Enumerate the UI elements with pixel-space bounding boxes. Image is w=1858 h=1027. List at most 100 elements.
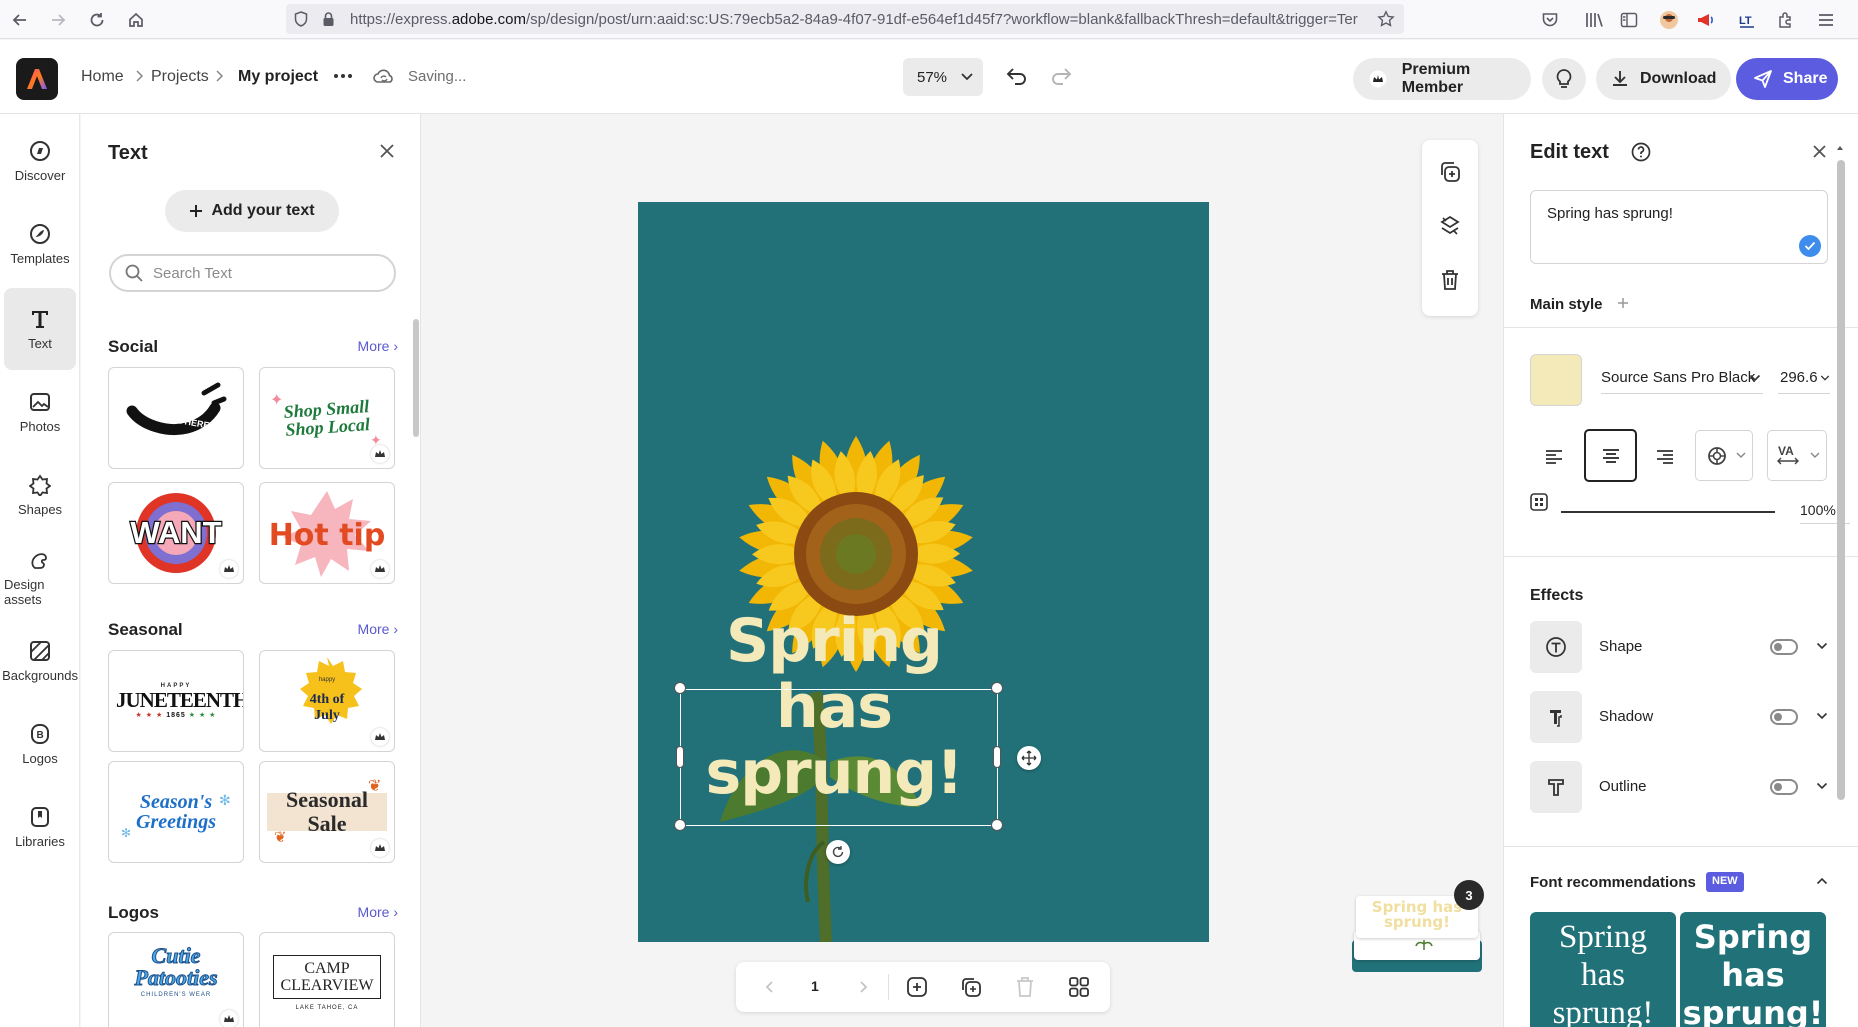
bookmark-star-icon[interactable] [1372, 5, 1400, 33]
scroll-up-icon[interactable] [1836, 144, 1844, 156]
social-more-link[interactable]: More › [358, 338, 398, 354]
megaphone-icon[interactable] [1692, 6, 1720, 34]
breadcrumb-home[interactable]: Home [81, 68, 124, 86]
breadcrumb-projects[interactable]: Projects [151, 68, 209, 86]
pocket-icon[interactable] [1536, 6, 1564, 34]
font-family-dropdown[interactable]: Source Sans Pro Black [1601, 364, 1763, 394]
sunflower-image[interactable] [638, 202, 1209, 942]
add-style-icon[interactable] [1617, 297, 1629, 309]
font-recommendation-card[interactable]: Spring has sprung! [1680, 912, 1826, 1027]
home-icon[interactable] [122, 6, 150, 34]
resize-handle[interactable] [674, 819, 686, 831]
resize-handle[interactable] [674, 682, 686, 694]
library-icon[interactable] [1581, 6, 1609, 34]
side-handle[interactable] [676, 746, 684, 768]
text-style-tile[interactable]: Seasonal Sale ❦ ❦ [259, 761, 395, 863]
url-bar[interactable]: https://express.adobe.com/sp/design/post… [286, 4, 1404, 34]
arrange-icon[interactable] [1438, 214, 1462, 238]
rail-item-templates[interactable]: Templates [4, 205, 76, 283]
chevron-down-icon[interactable] [1816, 641, 1828, 651]
shadow-effect-tile[interactable] [1530, 691, 1582, 743]
rail-item-logos[interactable]: B Logos [4, 705, 76, 783]
text-style-tile[interactable]: HAPPY JUNETEENTH ★ ★ ★ 1865 ★ ★ ★ [108, 650, 244, 752]
close-icon[interactable] [379, 143, 395, 159]
resize-handle[interactable] [991, 819, 1003, 831]
reload-icon[interactable] [83, 6, 111, 34]
check-icon[interactable] [1799, 235, 1821, 257]
chevron-down-icon[interactable] [1816, 781, 1828, 791]
rail-item-libraries[interactable]: Libraries [4, 788, 76, 866]
text-style-tile[interactable]: happy 4th of July [259, 650, 395, 752]
redo-icon[interactable] [1049, 66, 1073, 88]
resize-handle[interactable] [991, 682, 1003, 694]
pages-thumbnail-stack[interactable]: Spring has sprung! 3 [1350, 880, 1484, 976]
align-right-icon[interactable] [1655, 448, 1675, 466]
rail-item-discover[interactable]: Discover [4, 122, 76, 200]
rail-item-text[interactable]: Text [4, 288, 76, 370]
outline-toggle[interactable] [1770, 779, 1798, 795]
text-format-dropdown[interactable] [1695, 430, 1753, 481]
add-page-icon[interactable] [906, 976, 928, 998]
font-recommendation-card[interactable]: Spring has sprung! [1530, 912, 1676, 1027]
text-style-tile[interactable]: CAMP CLEARVIEW LAKE TAHOE, CA [259, 932, 395, 1027]
help-icon[interactable] [1631, 142, 1651, 162]
breadcrumb-current-project[interactable]: My project [238, 68, 318, 86]
shadow-toggle[interactable] [1770, 709, 1798, 725]
text-content-field[interactable]: Spring has sprung! [1530, 190, 1828, 264]
menu-icon[interactable] [1812, 6, 1840, 34]
extensions-icon[interactable] [1772, 6, 1800, 34]
duplicate-icon[interactable] [1438, 160, 1462, 184]
rail-item-design-assets[interactable]: Design assets [4, 539, 76, 617]
artboard[interactable]: Spring has sprung! [638, 202, 1209, 942]
logos-more-link[interactable]: More › [358, 904, 398, 920]
zoom-dropdown[interactable]: 57% [903, 58, 983, 96]
chevron-down-icon[interactable] [1816, 711, 1828, 721]
close-icon[interactable] [1812, 144, 1827, 159]
seasonal-more-link[interactable]: More › [358, 621, 398, 637]
font-size-dropdown[interactable]: 296.6 [1778, 364, 1830, 394]
text-style-tile[interactable]: Season's Greetings ✻ ✻ [108, 761, 244, 863]
add-your-text-button[interactable]: Add your text [165, 190, 339, 232]
trash-icon[interactable] [1438, 268, 1462, 292]
languagetool-icon[interactable]: LT [1733, 6, 1761, 34]
download-button[interactable]: Download [1596, 58, 1731, 100]
rotate-handle[interactable] [826, 840, 850, 864]
share-button[interactable]: Share [1736, 58, 1838, 100]
duplicate-page-icon[interactable] [960, 976, 982, 998]
align-left-icon[interactable] [1544, 448, 1564, 466]
undo-icon[interactable] [1005, 66, 1029, 88]
chevron-up-icon[interactable] [1816, 876, 1828, 886]
text-style-tile[interactable]: ORDER HERE [108, 367, 244, 469]
shape-toggle[interactable] [1770, 639, 1798, 655]
shape-effect-tile[interactable] [1530, 621, 1582, 673]
move-handle[interactable] [1017, 746, 1041, 770]
letter-spacing-dropdown[interactable]: VA [1767, 430, 1827, 481]
text-style-tile[interactable]: Hot tip [259, 482, 395, 584]
back-icon[interactable] [6, 6, 34, 34]
panel-scrollbar[interactable] [1837, 160, 1845, 800]
text-style-tile[interactable]: WANT [108, 482, 244, 584]
lightbulb-button[interactable] [1542, 58, 1586, 100]
sidebar-icon[interactable] [1615, 6, 1643, 34]
prev-page-icon[interactable] [764, 979, 776, 995]
next-page-icon[interactable] [857, 979, 869, 995]
selection-box[interactable] [680, 689, 998, 826]
panel-scrollbar[interactable] [413, 319, 419, 437]
rail-item-backgrounds[interactable]: Backgrounds [2, 622, 78, 700]
opacity-slider-track[interactable] [1561, 511, 1775, 513]
text-style-tile[interactable]: Cutie Patooties CHILDREN'S WEAR [108, 932, 244, 1027]
rail-item-photos[interactable]: Photos [4, 373, 76, 451]
align-center-button[interactable] [1584, 429, 1637, 482]
grid-view-icon[interactable] [1068, 976, 1090, 998]
search-text-input[interactable]: Search Text [109, 254, 396, 292]
account-avatar-icon[interactable] [1655, 6, 1683, 34]
outline-effect-tile[interactable] [1530, 761, 1582, 813]
forward-icon[interactable] [44, 6, 72, 34]
adobe-express-logo[interactable] [16, 58, 58, 100]
text-style-tile[interactable]: Shop Small Shop Local ✦ ✦ [259, 367, 395, 469]
side-handle[interactable] [993, 746, 1001, 768]
more-options-icon[interactable] [332, 68, 354, 84]
premium-member-button[interactable]: Premium Member [1353, 58, 1531, 100]
text-color-swatch[interactable] [1530, 354, 1582, 406]
delete-page-icon[interactable] [1014, 976, 1036, 998]
